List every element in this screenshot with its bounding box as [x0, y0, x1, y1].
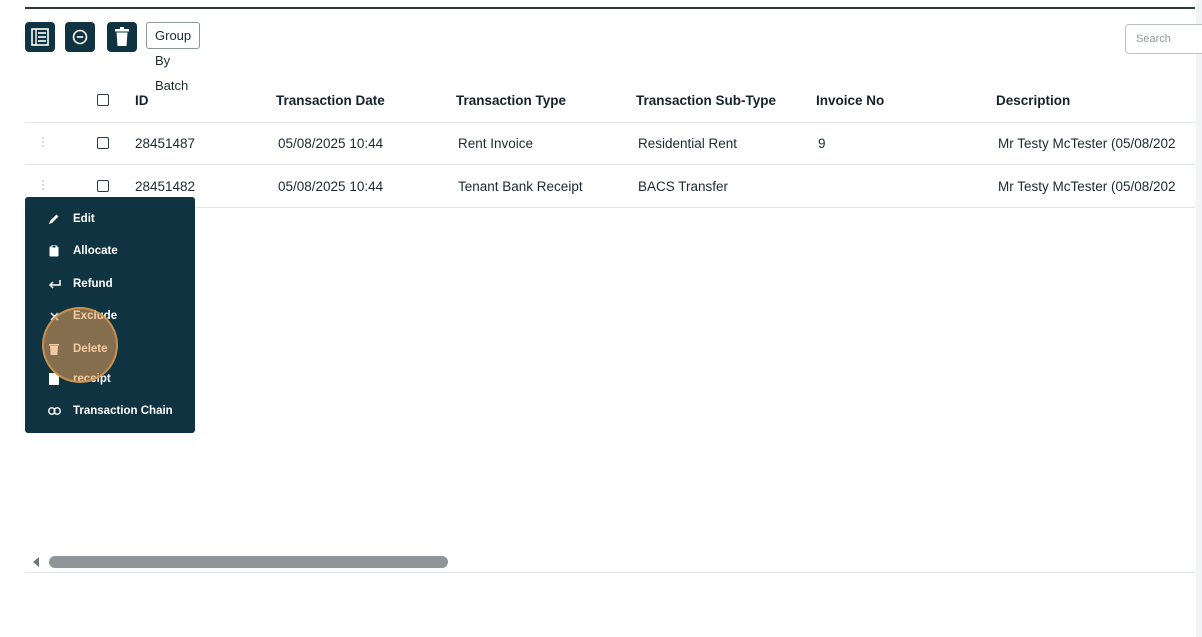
cell-transaction-sub-type: Residential Rent — [638, 135, 738, 151]
pencil-icon — [47, 212, 61, 226]
select-all-checkbox[interactable] — [97, 94, 109, 106]
menu-item-label: Allocate — [73, 245, 118, 257]
return-arrow-icon — [47, 277, 61, 291]
cell-transaction-sub-type: BACS Transfer — [638, 178, 729, 194]
list-view-button[interactable] — [25, 22, 55, 52]
drag-handle-icon[interactable] — [40, 135, 46, 151]
menu-item-label: receipt — [73, 373, 111, 385]
table-row[interactable]: 28451487 05/08/2025 10:44 Rent Invoice R… — [25, 122, 1195, 165]
cell-description: Mr Testy McTester (05/08/202 — [998, 135, 1176, 151]
menu-item-exclude[interactable]: Exclude — [25, 301, 195, 331]
row-context-menu: Edit Allocate Refund Exclude Delete rece… — [25, 197, 195, 433]
cell-invoice-no: 9 — [818, 135, 826, 151]
table-row[interactable]: 28451482 05/08/2025 10:44 Tenant Bank Re… — [25, 165, 1195, 208]
header-transaction-type[interactable]: Transaction Type — [456, 78, 566, 122]
group-by-batch-button[interactable]: Group By Batch — [146, 22, 201, 93]
clipboard-icon — [47, 244, 61, 258]
menu-item-delete[interactable]: Delete — [25, 334, 195, 364]
header-id[interactable]: ID — [135, 78, 149, 122]
row-checkbox[interactable] — [97, 180, 109, 192]
cell-transaction-date: 05/08/2025 10:44 — [278, 178, 384, 194]
delete-selected-button[interactable] — [107, 22, 137, 52]
header-transaction-date[interactable]: Transaction Date — [276, 78, 385, 122]
cell-description: Mr Testy McTester (05/08/202 — [998, 178, 1176, 194]
menu-item-label: Edit — [73, 213, 95, 225]
top-divider — [25, 7, 1195, 9]
scroll-left-arrow-icon[interactable] — [33, 557, 39, 567]
page-edge — [1196, 0, 1202, 637]
menu-item-transaction-chain[interactable]: Transaction Chain — [25, 396, 195, 426]
menu-item-label: Delete — [73, 343, 108, 355]
cell-transaction-date: 05/08/2025 10:44 — [278, 135, 384, 151]
close-icon — [47, 309, 61, 323]
cell-transaction-type: Tenant Bank Receipt — [458, 178, 583, 194]
menu-item-allocate[interactable]: Allocate — [25, 236, 195, 266]
menu-item-edit[interactable]: Edit — [25, 204, 195, 234]
menu-item-refund[interactable]: Refund — [25, 269, 195, 299]
minus-circle-icon — [72, 29, 88, 45]
header-invoice-no[interactable]: Invoice No — [816, 78, 884, 122]
header-transaction-sub-type[interactable]: Transaction Sub-Type — [636, 78, 776, 122]
table-header: ID Transaction Date Transaction Type Tra… — [25, 78, 1195, 123]
cell-transaction-type: Rent Invoice — [458, 135, 534, 151]
trash-icon — [115, 27, 129, 46]
link-icon — [47, 404, 61, 418]
horizontal-scrollbar[interactable] — [25, 552, 1195, 573]
menu-item-receipt[interactable]: receipt — [25, 364, 195, 394]
search-input[interactable] — [1125, 24, 1202, 54]
menu-item-label: Transaction Chain — [73, 405, 173, 417]
menu-item-label: Exclude — [73, 310, 118, 322]
trash-icon — [47, 342, 61, 356]
menu-item-label: Refund — [73, 278, 113, 290]
cell-id: 28451487 — [135, 135, 196, 151]
scrollbar-thumb[interactable] — [49, 556, 448, 568]
collapse-button[interactable] — [65, 22, 95, 52]
list-icon — [31, 28, 49, 46]
row-checkbox[interactable] — [97, 137, 109, 149]
document-icon — [47, 372, 61, 386]
header-description[interactable]: Description — [996, 78, 1195, 122]
drag-handle-icon[interactable] — [40, 178, 46, 194]
